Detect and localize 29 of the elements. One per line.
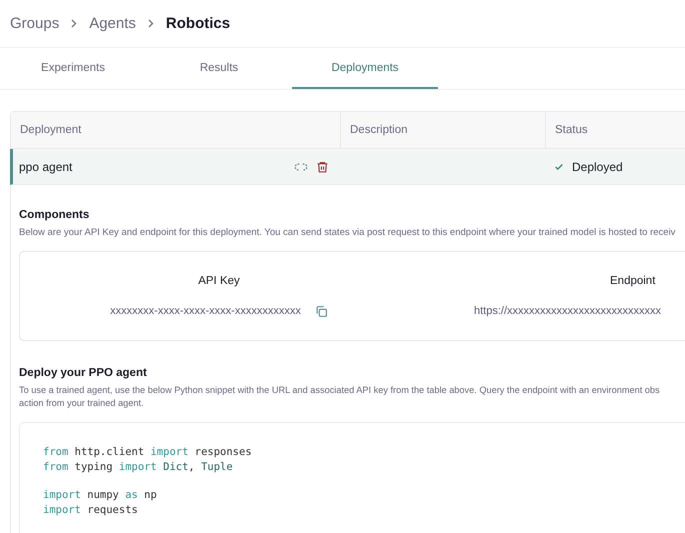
code-line: from typing import Dict, Tuple	[43, 460, 234, 474]
chevron-icon	[71, 19, 78, 28]
credential-label: Endpoint	[610, 275, 656, 287]
tab[interactable]: Results	[146, 48, 292, 89]
breadcrumb-link[interactable]: Agents	[89, 15, 136, 32]
chevron-icon	[148, 19, 154, 28]
column-header: Status	[546, 112, 685, 148]
credential-label: API Key	[198, 274, 240, 286]
column-header: Deployment	[11, 112, 341, 148]
section-description: Below are your API Key and endpoint for this deployment. You can send states via post request to this endpoint where your trained model is hosted to receiv	[19, 226, 676, 239]
column-header: Description	[341, 112, 546, 148]
code-line: import requests	[43, 503, 139, 517]
trash-icon[interactable]	[316, 160, 329, 174]
deployment-row[interactable]: ppo agent Deployed	[10, 149, 685, 185]
credential-value: https://xxxxxxxxxxxxxxxxxxxxxxxxxxxx	[474, 305, 662, 317]
status-text: Deployed	[572, 160, 623, 174]
section-title: Components	[19, 209, 90, 221]
description-line: action from your trained agent.	[19, 397, 145, 410]
copy-icon[interactable]	[314, 304, 328, 318]
code-line: import numpy as np	[43, 488, 158, 502]
description-line: To use a trained agent, use the below Python snippet with the URL and associated API key from the table above. Query the endpoint with an environment obs	[19, 384, 661, 397]
check-icon	[554, 162, 564, 172]
tab[interactable]: Experiments	[0, 48, 146, 89]
code-line: from http.client import responses	[43, 445, 253, 459]
credential-value: xxxxxxxx-xxxx-xxxx-xxxx-xxxxxxxxxxxx	[110, 305, 301, 317]
deployment-name: ppo agent	[19, 160, 72, 174]
section-title: Deploy your PPO agent	[19, 367, 148, 379]
breadcrumb-link[interactable]: Groups	[10, 15, 60, 32]
tab[interactable]: Deployments	[292, 48, 438, 89]
